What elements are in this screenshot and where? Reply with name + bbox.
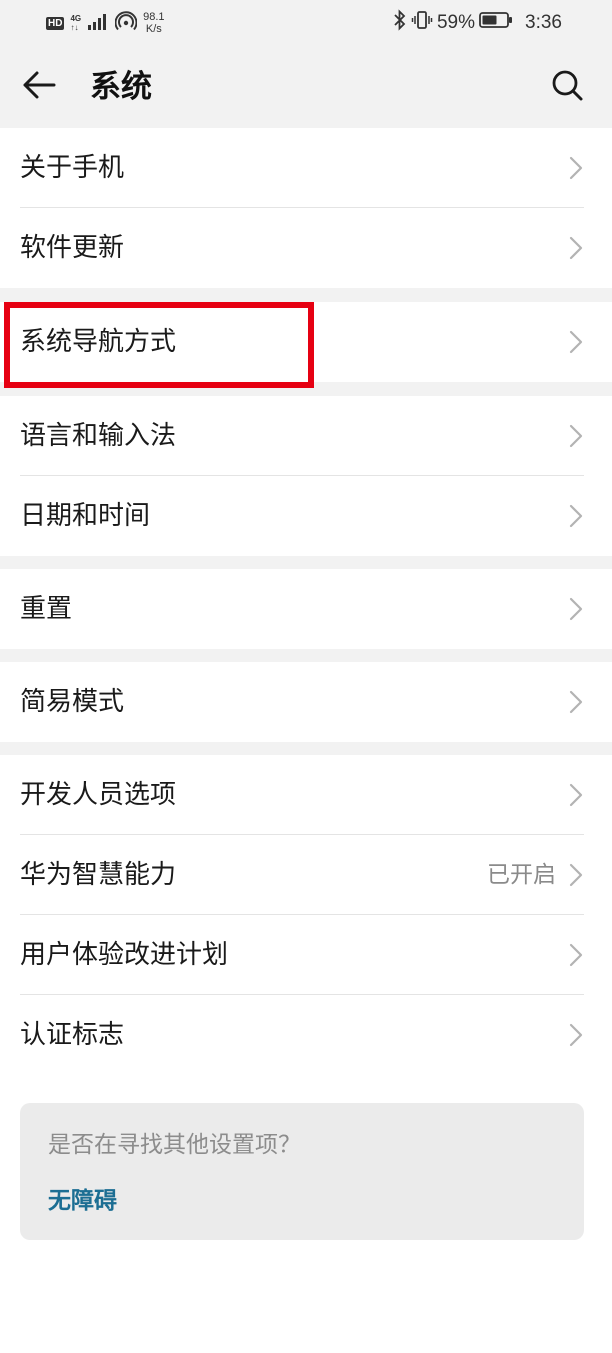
settings-item-status: 已开启 (487, 862, 556, 888)
chevron-right-icon (568, 597, 584, 621)
chevron-right-icon (568, 156, 584, 180)
battery-percent: 59% (436, 12, 476, 33)
settings-item-label: 华为智慧能力 (20, 860, 177, 890)
suggestion-question: 是否在寻找其他设置项？ (48, 1132, 301, 1158)
settings-item-developer-options[interactable]: 开发人员选项 (0, 755, 612, 835)
settings-group-reset: 重置 (0, 569, 612, 649)
back-button[interactable] (16, 64, 62, 110)
settings-item-label: 开发人员选项 (20, 780, 177, 810)
vibrate-icon (411, 10, 433, 36)
app-bar: 系统 (0, 46, 612, 128)
chevron-right-icon (568, 236, 584, 260)
settings-item-reset[interactable]: 重置 (0, 569, 612, 649)
settings-item-label: 重置 (20, 594, 73, 624)
network-activity: ↑↓ (70, 23, 79, 32)
accessibility-link[interactable]: 无障碍 (48, 1185, 117, 1217)
chevron-right-icon (568, 690, 584, 714)
chevron-right-icon (568, 504, 584, 528)
clock: 3:36 (525, 12, 562, 33)
network-speed: 98.1 K/s (143, 11, 164, 35)
search-button[interactable] (544, 64, 590, 110)
settings-group-simple-mode: 简易模式 (0, 662, 612, 742)
settings-item-certification[interactable]: 认证标志 (0, 995, 612, 1075)
settings-item-simple-mode[interactable]: 简易模式 (0, 662, 612, 742)
network-speed-unit: K/s (145, 23, 162, 35)
settings-item-label: 日期和时间 (20, 501, 151, 531)
hotspot-icon (114, 11, 138, 35)
settings-item-user-experience[interactable]: 用户体验改进计划 (0, 915, 612, 995)
status-bar-left: HD 4G ↑↓ 98.1 K/s (46, 8, 165, 38)
settings-item-label: 简易模式 (20, 687, 125, 717)
network-speed-value: 98.1 (143, 11, 165, 23)
search-icon (550, 68, 584, 106)
settings-item-label: 语言和输入法 (20, 421, 177, 451)
settings-item-language-input[interactable]: 语言和输入法 (0, 396, 612, 476)
status-bar: HD 4G ↑↓ 98.1 K/s 59% 3:36 (0, 0, 612, 46)
network-type-label: 4G (70, 14, 82, 23)
settings-item-label: 用户体验改进计划 (20, 940, 229, 970)
suggestion-card: 是否在寻找其他设置项？ 无障碍 (20, 1103, 584, 1240)
settings-group-advanced: 开发人员选项 华为智慧能力 已开启 用户体验改进计划 认证标志 (0, 755, 612, 1075)
hd-badge: HD (46, 16, 65, 30)
status-bar-right: 59% 3:36 (393, 8, 562, 38)
settings-group-device: 关于手机 软件更新 (0, 128, 612, 288)
settings-item-about-phone[interactable]: 关于手机 (0, 128, 612, 208)
settings-item-date-time[interactable]: 日期和时间 (0, 476, 612, 556)
settings-item-software-update[interactable]: 软件更新 (0, 208, 612, 288)
network-type: 4G ↑↓ (70, 14, 81, 32)
chevron-right-icon (568, 424, 584, 448)
battery-icon (479, 11, 513, 35)
highlight-annotation (4, 302, 314, 388)
settings-item-label: 软件更新 (20, 233, 125, 263)
arrow-left-icon (22, 70, 56, 104)
settings-item-huawei-intelligence[interactable]: 华为智慧能力 已开启 (0, 835, 612, 915)
chevron-right-icon (568, 330, 584, 354)
page-title: 系统 (90, 69, 152, 105)
chevron-right-icon (568, 1023, 584, 1047)
signal-icon (87, 12, 109, 34)
chevron-right-icon (568, 943, 584, 967)
chevron-right-icon (568, 783, 584, 807)
chevron-right-icon (568, 863, 584, 887)
settings-item-label: 认证标志 (20, 1020, 125, 1050)
settings-item-label: 关于手机 (20, 153, 125, 183)
settings-group-language-time: 语言和输入法 日期和时间 (0, 396, 612, 556)
bluetooth-icon (393, 9, 407, 37)
